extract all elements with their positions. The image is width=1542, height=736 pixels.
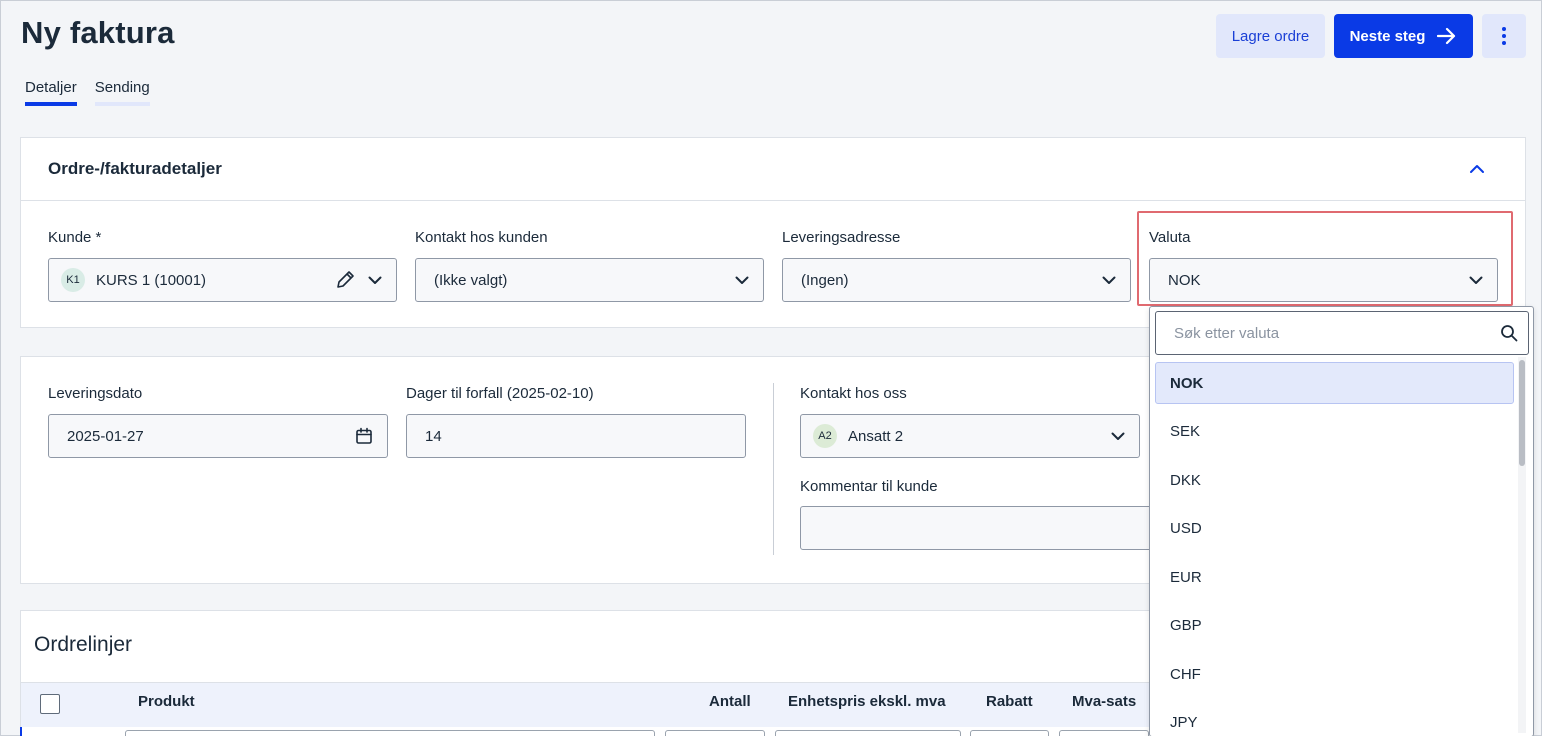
- column-header-vat-rate: Mva-sats: [1072, 693, 1137, 710]
- customer-contact-label: Kontakt hos kunden: [415, 229, 548, 246]
- chevron-down-icon: [735, 276, 749, 284]
- arrow-right-icon: [1437, 27, 1456, 45]
- row-active-marker: [20, 727, 22, 736]
- dropdown-scrollbar[interactable]: [1518, 357, 1526, 733]
- currency-highlight-box: [1137, 211, 1513, 306]
- dropdown-scrollbar-thumb[interactable]: [1519, 360, 1525, 466]
- currency-option-jpy[interactable]: JPY: [1155, 702, 1514, 736]
- customer-value: KURS 1 (10001): [96, 271, 207, 289]
- tab-bar: Detaljer Sending: [25, 79, 150, 106]
- order-details-title: Ordre-/fakturadetaljer: [48, 159, 222, 178]
- customer-comment-input[interactable]: [800, 506, 1160, 550]
- delivery-address-select[interactable]: (Ingen): [782, 258, 1131, 302]
- currency-dropdown: NOK SEK DKK USD EUR GBP CHF JPY: [1149, 306, 1534, 736]
- our-contact-label: Kontakt hos oss: [800, 385, 907, 402]
- currency-option-chf[interactable]: CHF: [1155, 653, 1514, 695]
- our-contact-value: Ansatt 2: [848, 427, 904, 445]
- chevron-up-icon[interactable]: [1469, 164, 1485, 174]
- chevron-down-icon: [1111, 432, 1125, 440]
- column-header-product: Produkt: [138, 693, 195, 710]
- our-contact-select[interactable]: A2 Ansatt 2: [800, 414, 1140, 458]
- order-lines-title: Ordrelinjer: [34, 633, 133, 656]
- currency-option-dkk[interactable]: DKK: [1155, 459, 1514, 501]
- currency-options-list: NOK SEK DKK USD EUR GBP CHF JPY: [1155, 362, 1514, 736]
- discount-input[interactable]: [970, 730, 1049, 736]
- section-divider: [773, 383, 774, 555]
- column-header-discount: Rabatt: [986, 693, 1033, 710]
- customer-contact-value: (Ikke valgt): [434, 271, 508, 289]
- currency-option-eur[interactable]: EUR: [1155, 556, 1514, 598]
- due-days-label: Dager til forfall (2025-02-10): [406, 385, 594, 402]
- customer-label: Kunde *: [48, 229, 102, 246]
- calendar-icon[interactable]: [355, 427, 373, 445]
- order-details-header[interactable]: Ordre-/fakturadetaljer: [21, 138, 1525, 201]
- currency-search-input[interactable]: [1174, 324, 1500, 342]
- next-step-label: Neste steg: [1349, 27, 1426, 45]
- currency-option-usd[interactable]: USD: [1155, 508, 1514, 550]
- select-all-checkbox[interactable]: [40, 694, 60, 714]
- save-order-button[interactable]: Lagre ordre: [1216, 14, 1325, 58]
- chevron-down-icon: [1102, 276, 1116, 284]
- currency-option-sek[interactable]: SEK: [1155, 411, 1514, 453]
- customer-avatar: K1: [61, 268, 85, 292]
- currency-option-gbp[interactable]: GBP: [1155, 605, 1514, 647]
- column-header-quantity: Antall: [709, 693, 751, 710]
- tab-sending[interactable]: Sending: [94, 79, 150, 106]
- currency-option-nok[interactable]: NOK: [1155, 362, 1514, 404]
- customer-select[interactable]: K1 KURS 1 (10001): [48, 258, 397, 302]
- delivery-date-input[interactable]: 2025-01-27: [48, 414, 388, 458]
- chevron-down-icon: [368, 276, 382, 284]
- search-icon: [1501, 325, 1518, 342]
- next-step-button[interactable]: Neste steg: [1334, 14, 1473, 58]
- page-title: Ny faktura: [21, 15, 175, 50]
- unit-price-input[interactable]: [775, 730, 961, 736]
- customer-contact-select[interactable]: (Ikke valgt): [415, 258, 764, 302]
- more-vertical-icon: [1502, 27, 1506, 45]
- delivery-date-label: Leveringsdato: [48, 385, 143, 402]
- more-options-button[interactable]: [1482, 14, 1526, 58]
- currency-search-field[interactable]: [1155, 311, 1529, 355]
- due-days-value: 14: [425, 427, 442, 445]
- vat-rate-input[interactable]: [1059, 730, 1149, 736]
- customer-comment-label: Kommentar til kunde: [800, 478, 938, 495]
- delivery-date-value: 2025-01-27: [67, 427, 144, 445]
- tab-detaljer[interactable]: Detaljer: [25, 79, 77, 106]
- delivery-address-label: Leveringsadresse: [782, 229, 901, 246]
- quantity-input[interactable]: [665, 730, 765, 736]
- delivery-address-value: (Ingen): [801, 271, 849, 289]
- our-contact-avatar: A2: [813, 424, 837, 448]
- pencil-icon[interactable]: [334, 269, 356, 291]
- due-days-input[interactable]: 14: [406, 414, 746, 458]
- product-input[interactable]: [125, 730, 655, 736]
- column-header-unit-price: Enhetspris ekskl. mva: [788, 693, 946, 710]
